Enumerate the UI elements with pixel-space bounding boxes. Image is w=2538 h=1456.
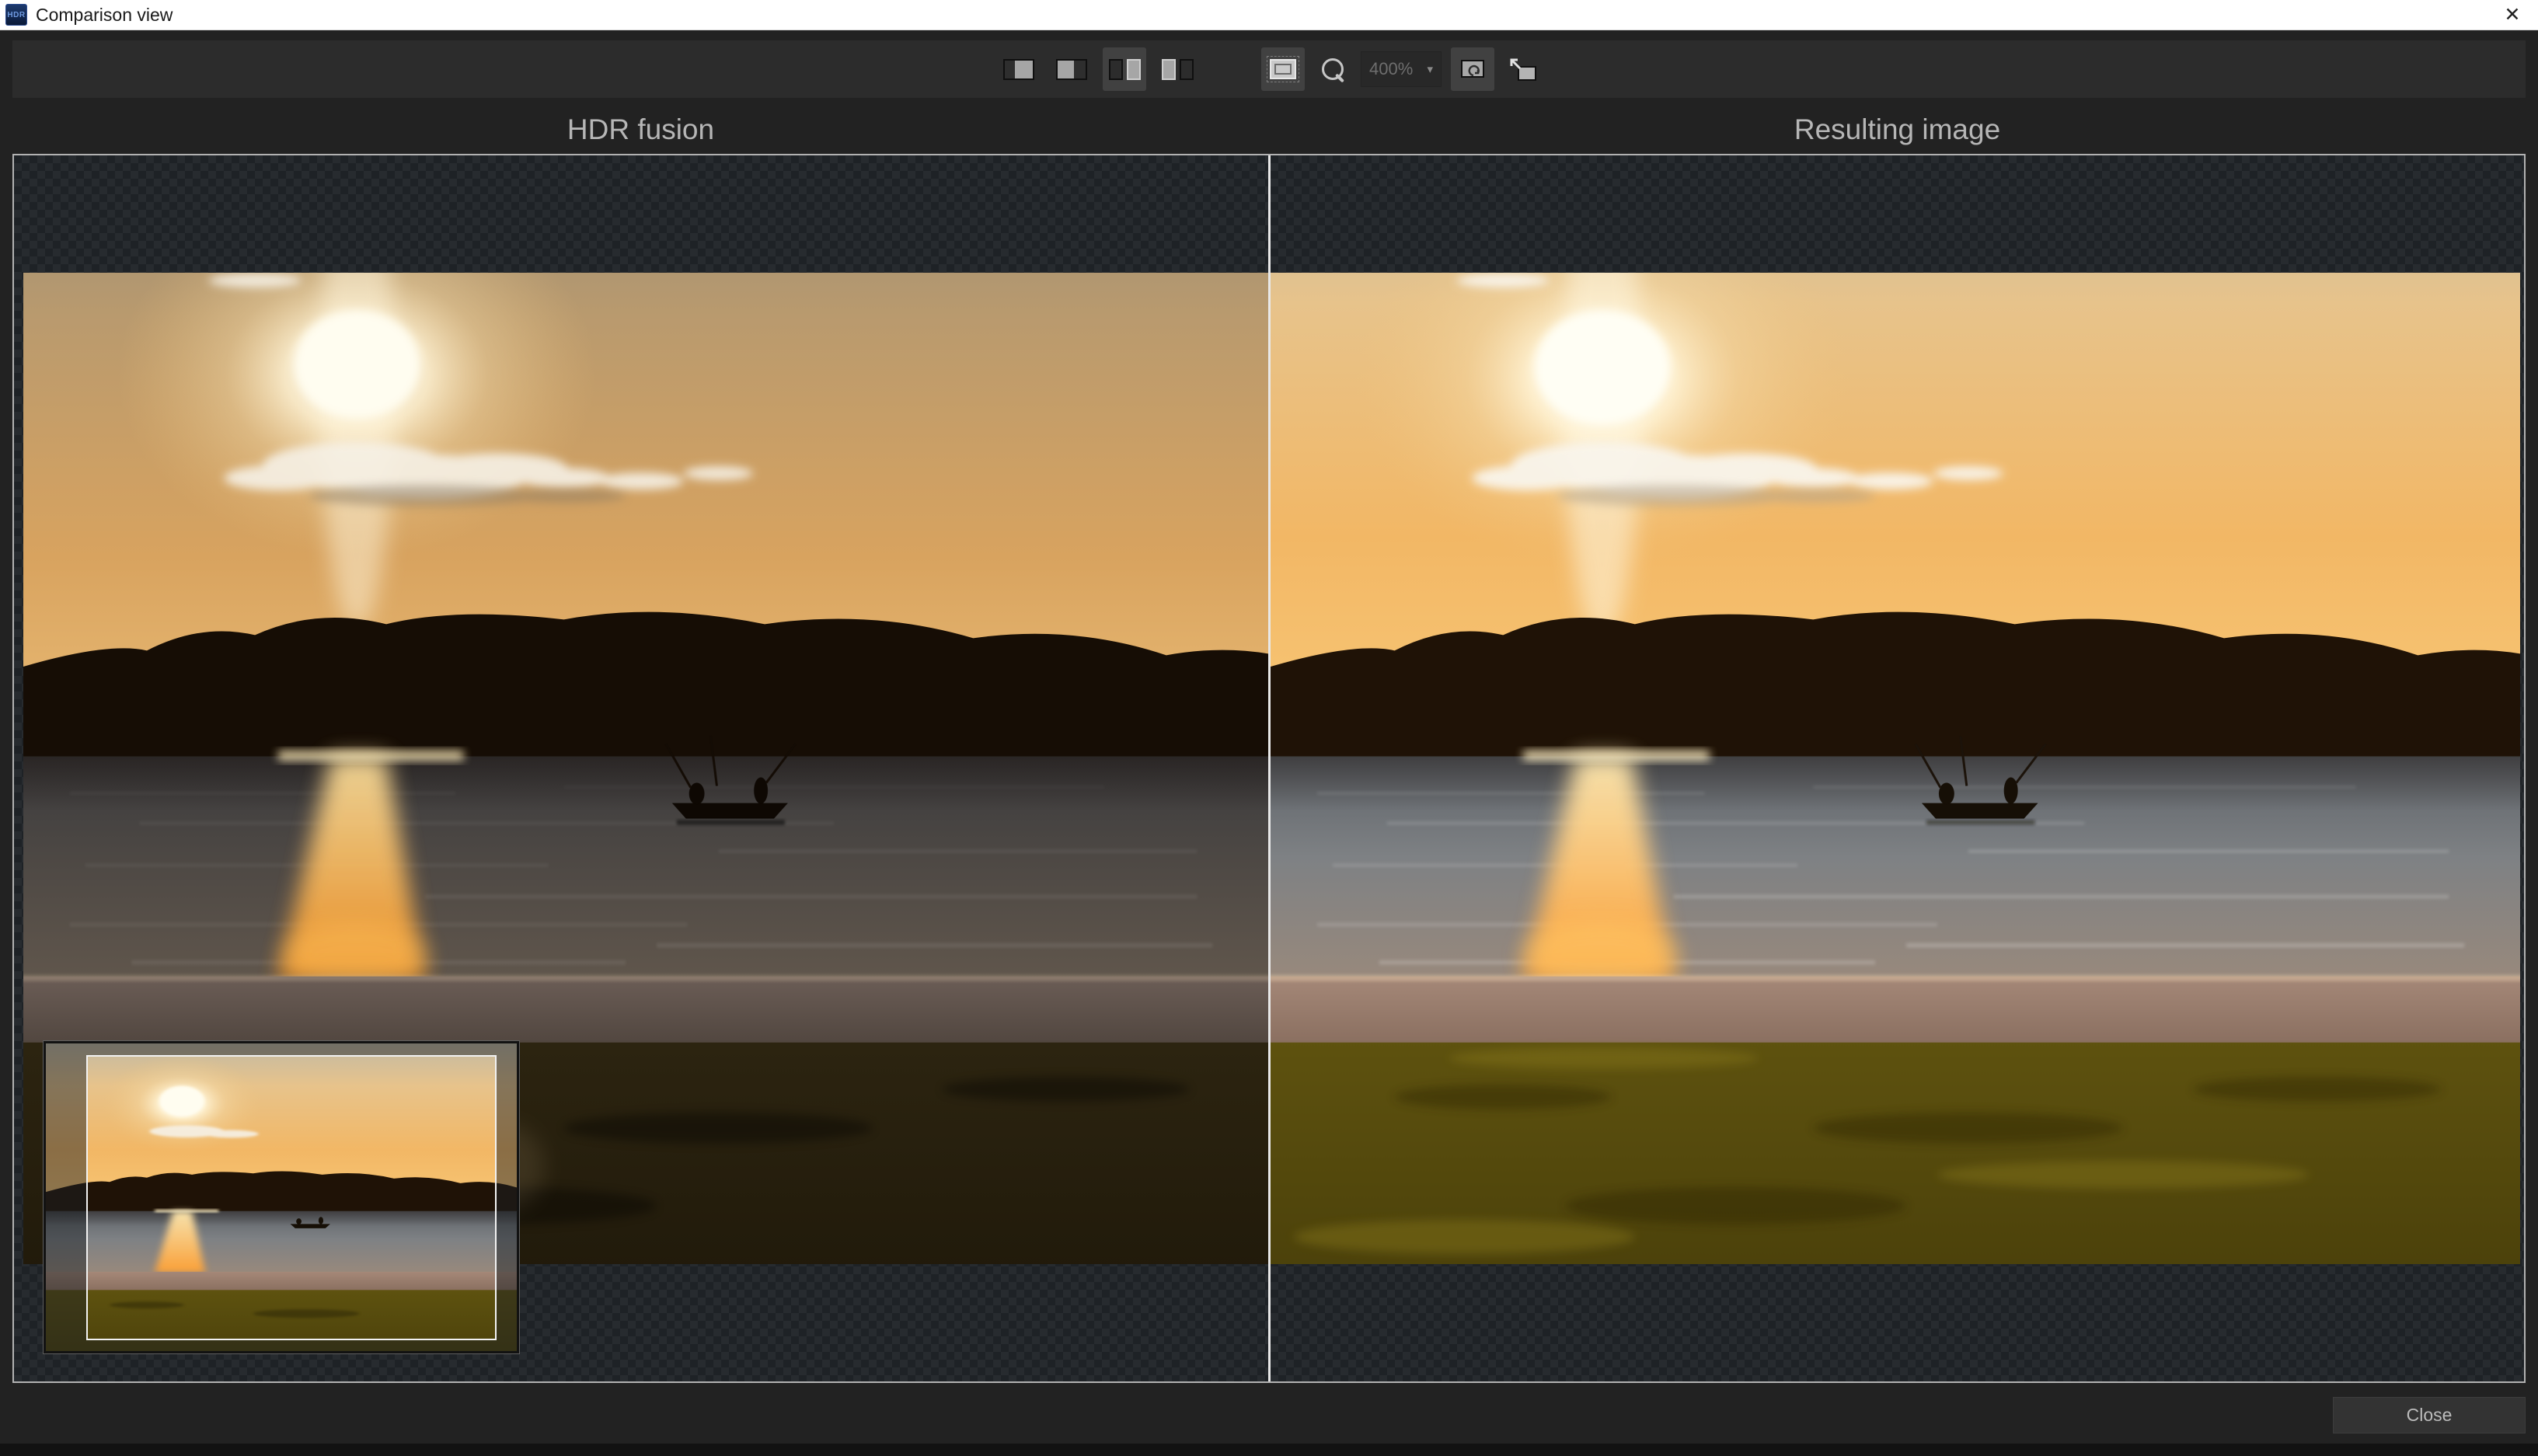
navigator-minimap[interactable] (44, 1041, 519, 1353)
magnifier-icon (1322, 58, 1344, 80)
hdr-app-icon: HDR (5, 4, 27, 26)
close-button[interactable]: Close (2333, 1397, 2526, 1433)
window-close-button[interactable]: ✕ (2487, 0, 2538, 30)
window-bottom-edge (0, 1444, 2538, 1456)
resulting-image-viewport[interactable] (1271, 155, 2524, 1381)
comparison-view-window: { "window": { "title": "Comparison view"… (0, 0, 2538, 1456)
compare-area (12, 154, 2526, 1383)
navigator-viewport-rect[interactable] (86, 1055, 497, 1340)
view-side-by-side-button[interactable] (1103, 47, 1146, 91)
panel-divider (1268, 155, 1271, 1381)
window-titlebar: HDR Comparison view ✕ (0, 0, 2538, 30)
navigator-toggle-button[interactable] (1261, 47, 1305, 91)
zoom-level-combobox[interactable]: 400% ▾ (1361, 51, 1442, 87)
split-rect-left-filled-icon (1056, 59, 1087, 80)
zoom-level-value: 400% (1369, 59, 1422, 79)
zoom-tool-button[interactable] (1314, 47, 1351, 91)
actual-size-button[interactable] (1504, 47, 1541, 91)
toolbar: 400% ▾ (12, 40, 2526, 98)
two-rects-right-filled-icon (1109, 59, 1141, 80)
hdr-fusion-viewport[interactable] (14, 155, 1268, 1381)
two-rects-left-filled-icon (1162, 59, 1194, 80)
view-mode-left-button[interactable] (1050, 47, 1093, 91)
panel-label-resulting-image: Resulting image (1269, 113, 2526, 146)
resulting-image[interactable] (1271, 273, 2520, 1264)
fit-view-icon (1459, 57, 1487, 81)
navigator-icon (1270, 59, 1296, 79)
chevron-down-icon: ▾ (1427, 62, 1433, 76)
fit-to-view-button[interactable] (1451, 47, 1494, 91)
actual-size-icon (1508, 57, 1537, 82)
panel-label-hdr-fusion: HDR fusion (12, 113, 1269, 146)
view-split-button[interactable] (1156, 47, 1199, 91)
split-rect-right-filled-icon (1003, 59, 1034, 80)
window-title: Comparison view (36, 5, 173, 26)
view-mode-right-button[interactable] (997, 47, 1041, 91)
